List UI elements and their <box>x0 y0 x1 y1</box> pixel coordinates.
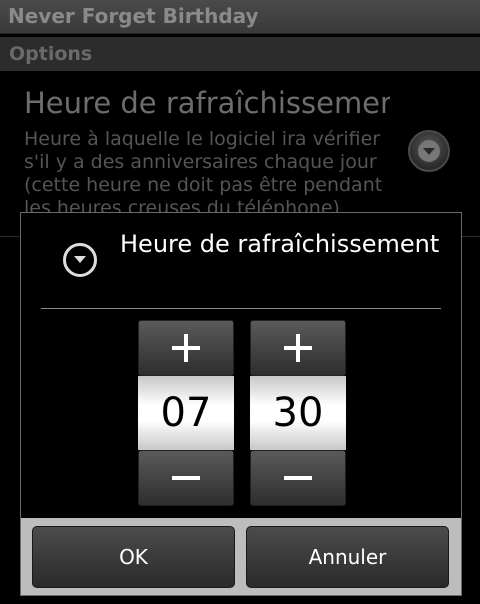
minutes-decrement-button[interactable] <box>250 450 346 506</box>
chevron-down-circle-icon <box>63 243 97 277</box>
cancel-button[interactable]: Annuler <box>246 526 449 588</box>
minus-icon <box>284 476 312 480</box>
dialog-title: Heure de rafraîchissement <box>120 230 440 258</box>
screen: Never Forget Birthday Options Heure de r… <box>0 0 480 604</box>
preference-summary: Heure à laquelle le logiciel ira vérifie… <box>24 128 383 214</box>
dialog-button-bar: OK Annuler <box>21 518 461 595</box>
chevron-down-circle-icon <box>408 130 450 172</box>
plus-icon <box>172 334 200 362</box>
minutes-increment-button[interactable] <box>250 320 346 376</box>
preference-title: Heure de rafraîchissement <box>24 86 390 120</box>
app-title-bar: Never Forget Birthday <box>0 0 480 34</box>
section-header-label: Options <box>9 43 93 65</box>
hours-decrement-button[interactable] <box>138 450 234 506</box>
section-header: Options <box>0 37 480 71</box>
hours-increment-button[interactable] <box>138 320 234 376</box>
minutes-picker: 30 <box>250 320 346 506</box>
minus-icon <box>172 476 200 480</box>
time-picker-dialog: Heure de rafraîchissement 07 30 OK Annul… <box>20 212 462 596</box>
minutes-value[interactable]: 30 <box>250 376 346 450</box>
plus-icon <box>284 334 312 362</box>
hours-picker: 07 <box>138 320 234 506</box>
dialog-divider <box>41 308 441 309</box>
app-title: Never Forget Birthday <box>8 4 259 28</box>
ok-button[interactable]: OK <box>32 526 235 588</box>
hours-value[interactable]: 07 <box>138 376 234 450</box>
